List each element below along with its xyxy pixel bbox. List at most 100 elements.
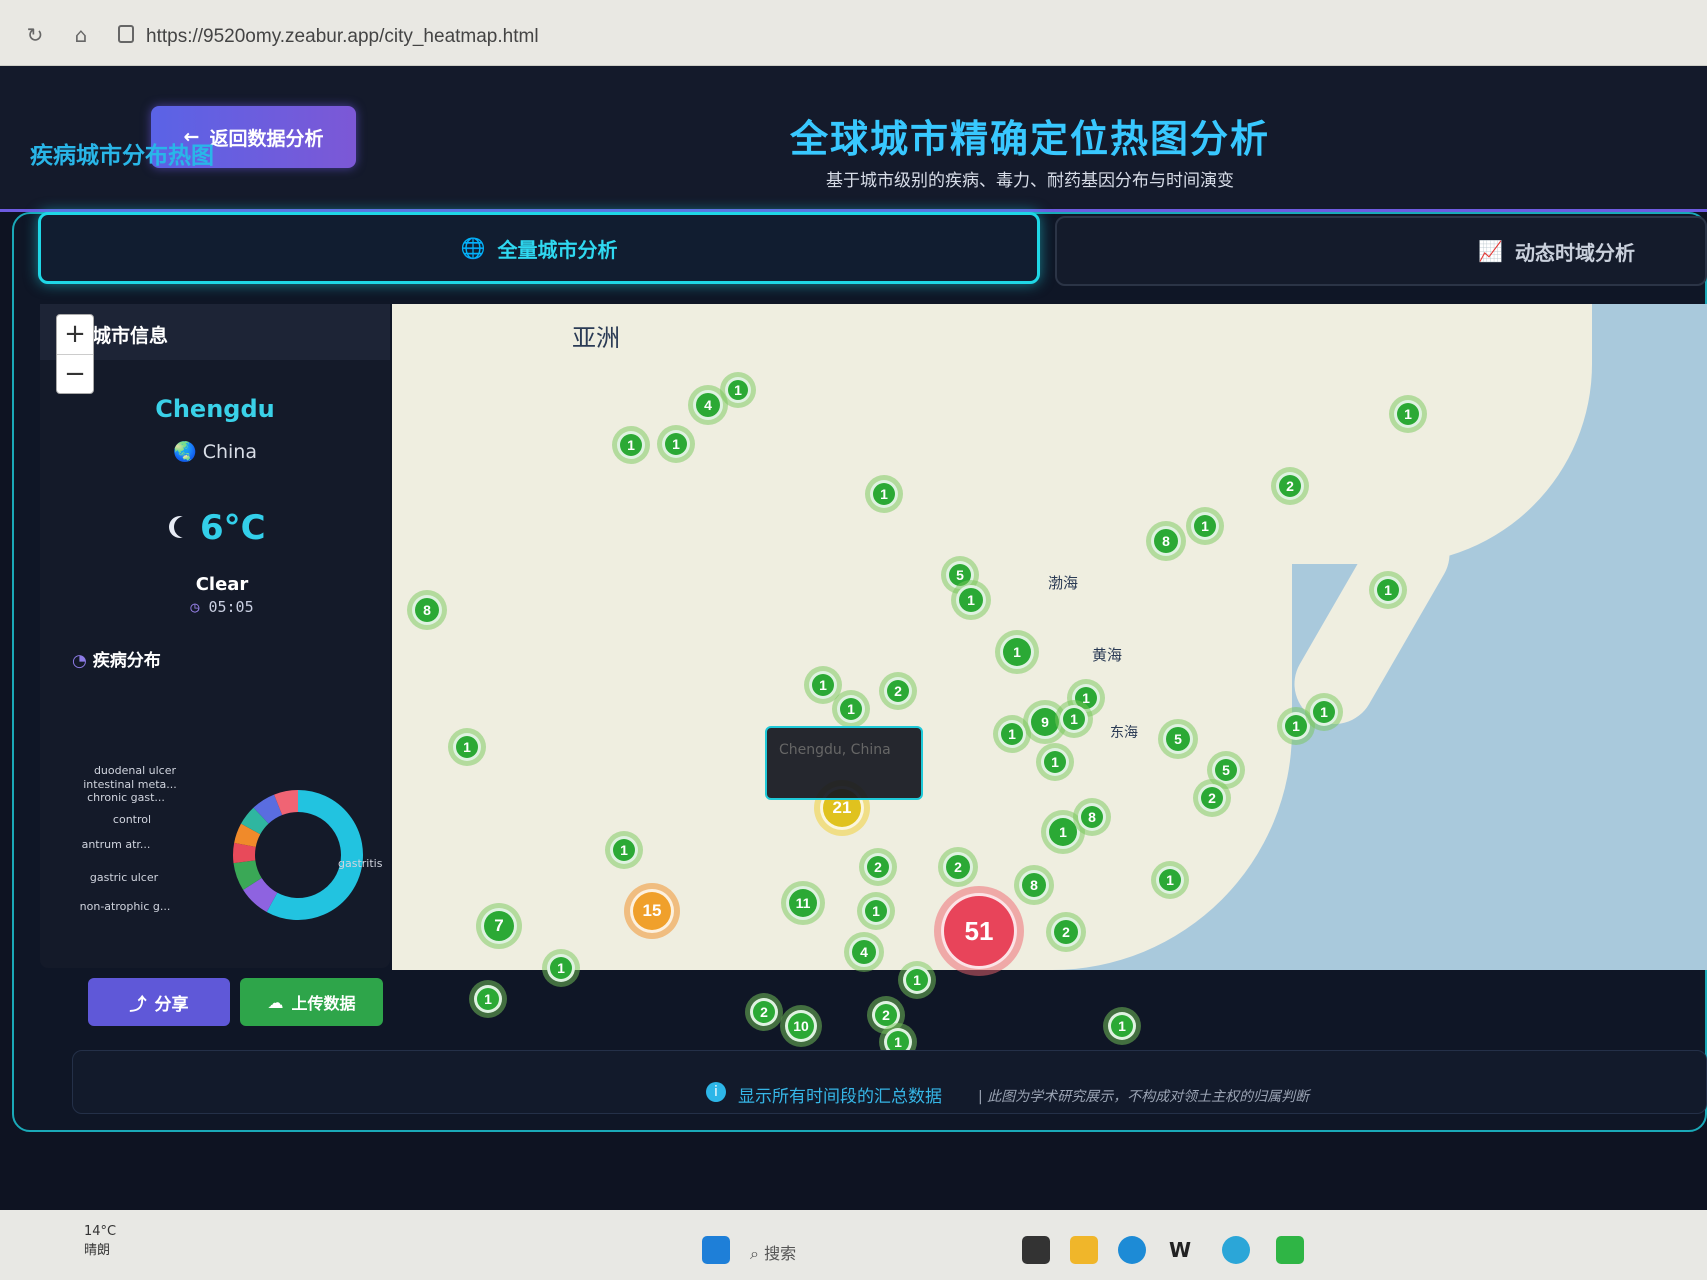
city-cluster-marker[interactable]: 5 [1212, 756, 1240, 784]
donut-slice[interactable] [241, 807, 269, 835]
browser-app-icon[interactable] [1222, 1236, 1250, 1264]
city-cluster-marker[interactable]: 51 [941, 893, 1017, 969]
city-cluster-marker[interactable]: 2 [750, 998, 778, 1026]
city-cluster-marker[interactable]: 8 [412, 595, 442, 625]
word-app-icon[interactable]: W [1166, 1236, 1194, 1264]
city-cluster-marker[interactable]: 1 [1000, 635, 1034, 669]
city-cluster-marker[interactable]: 2 [872, 1001, 900, 1029]
section-title: 疾病城市分布热图 [30, 143, 214, 169]
weather-condition: Clear [195, 574, 249, 595]
task-view-icon[interactable] [1022, 1236, 1050, 1264]
city-cluster-marker[interactable]: 2 [884, 677, 912, 705]
reload-icon[interactable]: ↻ [24, 24, 46, 46]
city-cluster-marker[interactable]: 8 [1019, 870, 1049, 900]
tab-all-cities-label: 全量城市分析 [497, 237, 618, 262]
donut-slice[interactable] [233, 859, 262, 890]
edge-browser-icon[interactable] [1118, 1236, 1146, 1264]
city-cluster-marker[interactable]: 1 [1041, 748, 1069, 776]
city-cluster-marker[interactable]: 2 [864, 853, 892, 881]
city-cluster-marker[interactable]: 7 [481, 908, 517, 944]
os-taskbar: 14°C 晴朗 [0, 1210, 1707, 1280]
city-cluster-marker[interactable]: 1 [1310, 698, 1338, 726]
page-subtitle: 基于城市级别的疾病、毒力、耐药基因分布与时间演变 [826, 171, 1234, 191]
city-cluster-marker[interactable]: 1 [956, 585, 986, 615]
windows-start-icon[interactable] [702, 1236, 730, 1264]
city-cluster-marker[interactable]: 1 [1108, 1012, 1136, 1040]
donut-slice[interactable] [233, 842, 256, 864]
file-explorer-icon[interactable] [1070, 1236, 1098, 1264]
city-cluster-marker[interactable]: 1 [870, 480, 898, 508]
country-name: 🌏 China [40, 440, 390, 463]
city-cluster-marker[interactable]: 1 [725, 377, 751, 403]
city-cluster-marker[interactable]: 1 [1060, 705, 1088, 733]
city-cluster-marker[interactable]: 1 [662, 430, 690, 458]
city-cluster-marker[interactable]: 11 [786, 886, 820, 920]
weather-widget[interactable]: 14°C 晴朗 [50, 1224, 116, 1258]
city-cluster-marker[interactable]: 4 [693, 390, 723, 420]
city-cluster-marker[interactable]: 1 [1191, 512, 1219, 540]
city-cluster-marker[interactable]: 5 [1163, 724, 1193, 754]
disease-distribution-label: 疾病分布 [92, 651, 161, 671]
search-icon: ⌕ [750, 1244, 759, 1263]
address-bar[interactable]: https://9520omy.zeabur.app/city_heatmap.… [146, 26, 539, 48]
city-cluster-marker[interactable]: 8 [1151, 526, 1181, 556]
city-cluster-marker[interactable]: 15 [630, 889, 674, 933]
city-cluster-marker[interactable]: 8 [1078, 803, 1106, 831]
tab-all-cities[interactable]: 🌐 全量城市分析 [38, 212, 1040, 284]
donut-slice[interactable] [243, 877, 278, 912]
city-cluster-marker[interactable]: 10 [785, 1010, 817, 1042]
city-cluster-marker[interactable]: 1 [474, 985, 502, 1013]
upload-button-label: 上传数据 [291, 994, 356, 1013]
donut-label: intestinal meta... [83, 778, 177, 791]
zoom-out-button[interactable]: − [57, 355, 93, 395]
donut-label: duodenal ulcer [94, 764, 177, 777]
home-icon[interactable]: ⌂ [70, 24, 92, 46]
temperature: 6°C [200, 508, 266, 548]
city-cluster-marker[interactable]: 1 [862, 897, 890, 925]
city-cluster-marker[interactable]: 1 [1156, 866, 1184, 894]
city-cluster-marker[interactable]: 2 [1051, 917, 1081, 947]
footer-disclaimer: | 此图为学术研究展示，不构成对领土主权的归属判断 [978, 1089, 1310, 1105]
taskbar-search[interactable]: ⌕ 搜索 [750, 1240, 796, 1264]
donut-slice[interactable] [234, 823, 261, 848]
clock-icon: ◷ [190, 598, 200, 616]
page-header: ← 返回数据分析 全球城市精确定位热图分析 基于城市级别的疾病、毒力、耐药基因分… [0, 66, 1707, 212]
city-cluster-marker[interactable]: 1 [809, 671, 837, 699]
city-cluster-marker[interactable]: 9 [1028, 705, 1062, 739]
city-heatmap-map[interactable]: 亚洲 渤海 黄海 东海 [392, 304, 1707, 970]
donut-slice[interactable] [274, 790, 299, 816]
city-cluster-marker[interactable]: 1 [1046, 815, 1080, 849]
donut-slice[interactable] [253, 794, 283, 824]
city-cluster-marker[interactable]: 1 [1282, 712, 1310, 740]
city-cluster-marker[interactable]: 1 [837, 695, 865, 723]
info-icon: i [706, 1082, 726, 1102]
city-cluster-marker[interactable]: 4 [849, 937, 879, 967]
city-cluster-marker[interactable]: 1 [1374, 576, 1402, 604]
map-label-asia: 亚洲 [572, 324, 620, 352]
city-cluster-marker[interactable]: 1 [453, 733, 481, 761]
cloud-upload-icon: ☁ [267, 992, 284, 1012]
city-cluster-marker[interactable]: 1 [547, 954, 575, 982]
share-button[interactable]: ⤴ 分享 [88, 978, 230, 1026]
share-icon: ⤴ [129, 994, 147, 1015]
zoom-in-button[interactable]: + [57, 315, 93, 355]
city-cluster-marker[interactable]: 1 [1394, 400, 1422, 428]
taskbar-weather: 晴朗 [84, 1243, 111, 1258]
city-cluster-marker[interactable]: 1 [998, 720, 1026, 748]
city-cluster-marker[interactable]: 1 [610, 836, 638, 864]
city-cluster-marker[interactable]: 2 [1276, 472, 1304, 500]
tab-temporal-label: 动态时域分析 [1515, 240, 1635, 265]
donut-label: non-atrophic g... [80, 900, 170, 913]
tab-temporal[interactable]: 📈 动态时域分析 [1055, 216, 1707, 286]
wechat-icon[interactable] [1276, 1236, 1304, 1264]
city-tooltip: Chengdu, China [765, 726, 923, 800]
footer-summary-text: 显示所有时间段的汇总数据 [738, 1087, 942, 1107]
city-cluster-marker[interactable]: 2 [1198, 784, 1226, 812]
city-cluster-marker[interactable]: 2 [943, 852, 973, 882]
city-cluster-marker[interactable]: 1 [617, 431, 645, 459]
map-label-yellow-sea: 黄海 [1092, 646, 1123, 664]
donut-slice[interactable] [266, 790, 363, 920]
upload-data-button[interactable]: ☁ 上传数据 [240, 978, 383, 1026]
city-cluster-marker[interactable]: 1 [903, 966, 931, 994]
country-label: China [202, 441, 257, 463]
